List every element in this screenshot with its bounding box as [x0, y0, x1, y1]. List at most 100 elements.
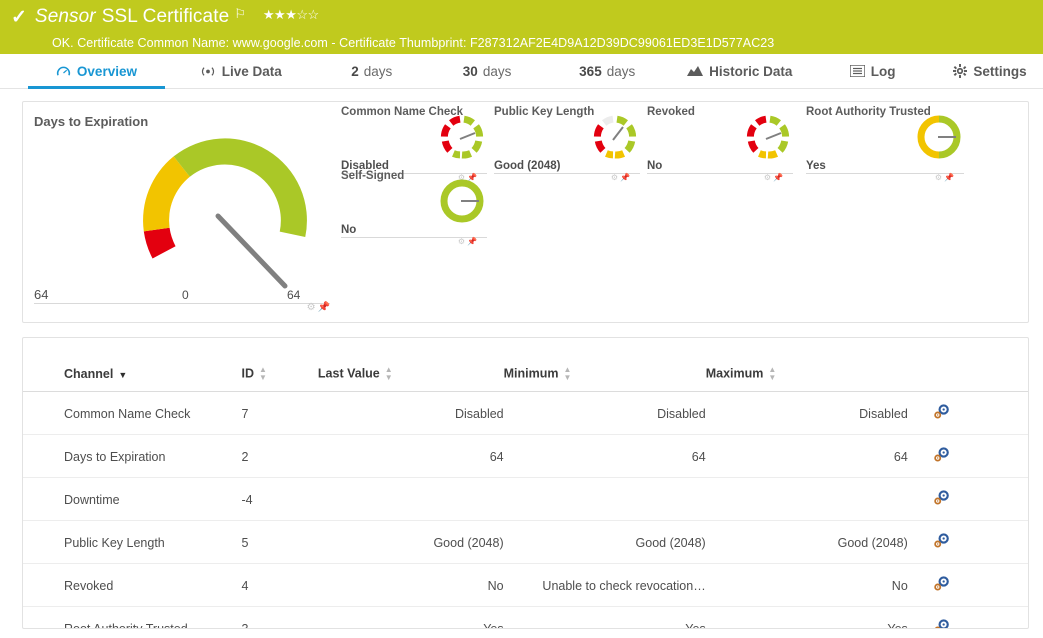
segmented-donut-icon — [746, 115, 790, 159]
main-gauge-block: Days to Expiration 64 0 64 ⚙📌 — [23, 102, 339, 322]
ring-gauge-icon — [917, 115, 961, 159]
column-header-maximum[interactable]: Maximum ▲ ▼ — [705, 338, 908, 392]
tab-2-days-number: 2 — [351, 63, 359, 79]
mini-gauge-footer: Good (2048) ⚙📌 — [494, 156, 640, 182]
mini-gauge-tools[interactable]: ⚙📌 — [935, 173, 956, 182]
cell-maximum: No — [705, 563, 908, 607]
main-gauge-tools[interactable]: ⚙📌 — [307, 302, 332, 313]
cell-maximum: 64 — [705, 434, 908, 478]
column-header-id[interactable]: ID ▲ ▼ — [241, 338, 318, 392]
column-header-last-value[interactable]: Last Value ▲ ▼ — [317, 338, 504, 392]
cell-actions[interactable] — [907, 563, 1028, 607]
cell-last-value: 64 — [317, 434, 504, 478]
column-label: ID — [241, 366, 254, 381]
gear-icon — [953, 64, 968, 78]
flag-icon[interactable]: ⚐ — [234, 7, 246, 20]
sort-both-icon: ▲ ▼ — [384, 365, 393, 382]
mini-gauge-tools[interactable]: ⚙📌 — [764, 173, 785, 182]
cell-actions[interactable] — [907, 606, 1028, 628]
gears-icon[interactable] — [932, 490, 950, 509]
mini-gauge-value: No — [647, 160, 663, 172]
sensor-title-row: ✓ Sensor SSL Certificate ⚐ ★★★☆☆ — [0, 4, 1043, 30]
cell-actions[interactable] — [907, 434, 1028, 478]
gears-icon[interactable] — [932, 404, 950, 423]
cell-maximum: Yes — [705, 606, 908, 628]
cell-id: 4 — [241, 563, 318, 607]
table-row[interactable]: Days to Expiration 2 64 64 64 — [23, 434, 1028, 478]
tab-log[interactable]: Log — [828, 54, 917, 88]
cell-actions[interactable] — [907, 520, 1028, 564]
table-row[interactable]: Downtime -4 — [23, 477, 1028, 521]
mini-gauge-common-name-check: Common Name Check Disabled ⚙📌 — [341, 106, 489, 182]
main-gauge-value: 64 — [34, 287, 49, 302]
tab-historic-data-label: Historic Data — [709, 63, 793, 79]
cell-channel: Public Key Length — [23, 520, 242, 564]
ring-gauge-icon — [440, 179, 484, 223]
cell-actions[interactable] — [907, 391, 1028, 435]
table-row[interactable]: Root Authority Trusted 3 Yes Yes Yes — [23, 606, 1028, 628]
tab-365-days[interactable]: 365 days — [553, 54, 661, 88]
table-row[interactable]: Revoked 4 No Unable to check revocation… No — [23, 563, 1028, 607]
mini-gauge-footer: No ⚙📌 — [341, 220, 487, 246]
cell-channel: Root Authority Trusted — [23, 606, 242, 628]
mini-gauge-value: No — [341, 224, 357, 236]
cell-minimum: Good (2048) — [503, 520, 706, 564]
cell-minimum: 64 — [503, 434, 706, 478]
tab-settings-label: Settings — [973, 63, 1027, 79]
main-gauge-tick-max: 64 — [287, 288, 301, 302]
cell-id: 2 — [241, 434, 318, 478]
mini-gauge-tools[interactable]: ⚙📌 — [458, 237, 479, 246]
mini-gauge-title: Public Key Length — [494, 106, 595, 118]
cell-id: 7 — [241, 391, 318, 435]
mini-gauge-footer: No ⚙📌 — [647, 156, 793, 182]
days-to-expiration-gauge — [143, 138, 307, 289]
cell-last-value: Good (2048) — [317, 520, 504, 564]
mini-gauge-tools[interactable]: ⚙📌 — [611, 173, 632, 182]
tab-live-data[interactable]: Live Data — [183, 54, 299, 88]
column-header-actions — [907, 338, 1028, 392]
cell-maximum: Disabled — [705, 391, 908, 435]
cell-maximum: Good (2048) — [705, 520, 908, 564]
column-header-channel[interactable]: Channel ▼ — [23, 338, 242, 392]
column-label: Channel — [64, 367, 114, 381]
gears-icon[interactable] — [932, 576, 950, 595]
cell-channel: Common Name Check — [23, 391, 242, 435]
gauge-icon — [56, 64, 71, 79]
column-label: Maximum — [705, 366, 764, 381]
cell-minimum: Yes — [503, 606, 706, 628]
column-label: Minimum — [503, 366, 559, 381]
gears-icon[interactable] — [932, 533, 950, 552]
status-check-icon: ✓ — [11, 6, 27, 28]
priority-stars[interactable]: ★★★☆☆ — [263, 8, 319, 21]
gears-icon[interactable] — [932, 619, 950, 628]
cell-id: -4 — [241, 477, 318, 521]
cell-actions[interactable] — [907, 477, 1028, 521]
tab-live-data-label: Live Data — [221, 63, 282, 79]
tab-30-days-unit: days — [482, 63, 512, 79]
column-label: Last Value — [317, 366, 380, 381]
cell-id: 5 — [241, 520, 318, 564]
cell-last-value: Yes — [317, 606, 504, 628]
mini-gauges-wrap: Common Name Check Disabled ⚙📌 Public Key… — [339, 102, 1028, 322]
tab-2-days[interactable]: 2 days — [323, 54, 421, 88]
mini-gauge-value: Yes — [806, 160, 826, 172]
cell-minimum: Unable to check revocation… — [503, 563, 706, 607]
gears-icon[interactable] — [932, 447, 950, 466]
cell-minimum — [503, 477, 706, 521]
table-row[interactable]: Public Key Length 5 Good (2048) Good (2048)… — [23, 520, 1028, 564]
cell-id: 3 — [241, 606, 318, 628]
tab-bar: Overview Live Data 2 days 30 days 365 da… — [0, 54, 1043, 89]
tab-overview-label: Overview — [76, 63, 137, 79]
gauges-panel: Days to Expiration 64 0 64 ⚙📌 Common Nam… — [22, 101, 1029, 323]
column-header-minimum[interactable]: Minimum ▲ ▼ — [503, 338, 706, 392]
sort-both-icon: ▲ ▼ — [563, 365, 572, 382]
tab-30-days[interactable]: 30 days — [437, 54, 537, 88]
cell-last-value — [317, 477, 504, 521]
tab-overview[interactable]: Overview — [28, 54, 165, 89]
table-row[interactable]: Common Name Check 7 Disabled Disabled Disabl… — [23, 391, 1028, 435]
tab-settings[interactable]: Settings — [937, 54, 1043, 88]
chart-icon — [687, 65, 704, 77]
sensor-header: ✓ Sensor SSL Certificate ⚐ ★★★☆☆ OK. Cer… — [0, 0, 1043, 54]
sort-both-icon: ▲ ▼ — [258, 365, 267, 382]
tab-historic-data[interactable]: Historic Data — [673, 54, 806, 88]
